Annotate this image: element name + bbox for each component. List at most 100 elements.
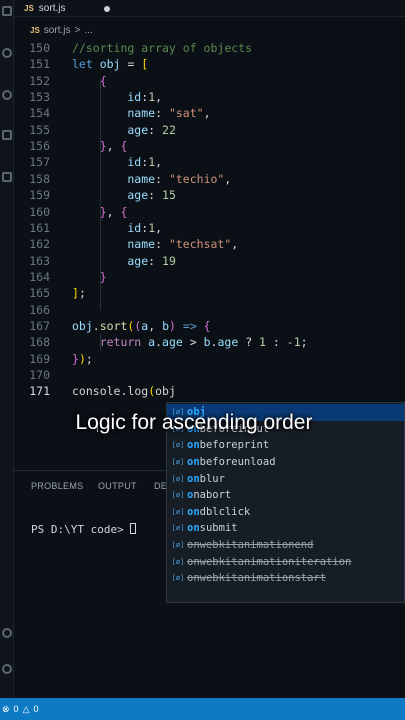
code-text: //sorting array of objects: [72, 40, 252, 56]
line-number: 154: [29, 106, 50, 121]
explorer-icon[interactable]: [2, 6, 12, 16]
code-token: :: [155, 106, 169, 121]
code-line[interactable]: 169});: [14, 351, 405, 367]
code-line[interactable]: 155 age: 22: [14, 122, 405, 138]
line-number: 165: [29, 286, 50, 301]
code-text: console.log(obj: [72, 383, 176, 399]
code-line[interactable]: 166: [14, 302, 405, 318]
terminal-prompt[interactable]: PS D:\YT code>: [31, 523, 137, 536]
code-token: sort: [99, 318, 128, 333]
suggestion-item[interactable]: [ø] on beforeunload: [167, 454, 404, 471]
code-line[interactable]: 165];: [14, 285, 405, 301]
code-text: age: 15: [72, 187, 176, 203]
code-token: b: [162, 318, 170, 333]
settings-icon[interactable]: [2, 664, 12, 674]
suggestion-item[interactable]: [ø] onwebkitanimationiteration: [167, 553, 404, 570]
tab-label: sort.js: [38, 3, 66, 14]
suggestion-match: on: [187, 505, 200, 518]
suggestion-item[interactable]: [ø] obj: [167, 404, 404, 421]
line-number: 167: [29, 318, 50, 333]
code-token: console: [72, 384, 121, 399]
code-token: :: [148, 122, 163, 137]
extensions-icon[interactable]: [2, 172, 12, 182]
search-icon[interactable]: [2, 48, 12, 58]
line-number: 159: [29, 188, 50, 203]
suggestion-item[interactable]: [ø] on beforeinput: [167, 421, 404, 438]
line-number: 155: [29, 122, 50, 137]
code-text: let obj = [: [72, 56, 148, 72]
warning-count[interactable]: 0: [33, 704, 38, 714]
code-line[interactable]: 150 //sorting array of objects: [14, 40, 405, 56]
code-text: age: 22: [72, 122, 176, 138]
suggestion-widget[interactable]: [ø] obj [ø] on beforeinput [ø] on beforeprint [ø…: [166, 402, 405, 603]
code-token: name: [72, 171, 156, 186]
suggestion-item[interactable]: [ø] onwebkitanimationend: [167, 537, 404, 554]
variable-icon: [ø]: [171, 557, 185, 566]
suggestion-item[interactable]: [ø] on dblclick: [167, 504, 404, 521]
code-text: ];: [72, 285, 86, 301]
code-line[interactable]: 161 id:1,: [14, 220, 405, 236]
code-token: :: [148, 188, 163, 203]
code-line[interactable]: 153 id:1,: [14, 89, 405, 105]
breadcrumb-more[interactable]: ...: [84, 25, 92, 36]
code-line[interactable]: 154 name: "sat",: [14, 105, 405, 121]
code-line[interactable]: 164 }: [14, 269, 405, 285]
error-icon[interactable]: ⊗: [2, 704, 10, 715]
code-token: :: [265, 335, 287, 350]
suggestion-item[interactable]: [ø] o nabort: [167, 487, 404, 504]
code-token: .: [92, 318, 100, 333]
line-number: 160: [29, 204, 50, 219]
breadcrumb-file[interactable]: sort.js: [44, 25, 71, 36]
suggestion-label: beforeunload: [199, 456, 276, 469]
code-token: ): [78, 351, 86, 366]
code-token: }: [72, 139, 107, 154]
code-line[interactable]: 171 console.log(obj: [14, 383, 405, 399]
tab-sort-js[interactable]: JS sort.js: [24, 0, 111, 17]
variable-icon: [ø]: [171, 574, 185, 583]
suggestion-item[interactable]: [ø] onwebkitanimationstart: [167, 570, 404, 587]
run-debug-icon[interactable]: [2, 130, 12, 140]
suggestion-item[interactable]: [ø] on blur: [167, 470, 404, 487]
code-token: ,: [231, 237, 239, 252]
suggestion-item[interactable]: [ø] on submit: [167, 520, 404, 537]
suggestion-label: submit: [199, 522, 238, 535]
code-line[interactable]: 157 id:1,: [14, 154, 405, 170]
breadcrumb-separator: >: [74, 24, 81, 36]
suggestion-match: on: [187, 522, 200, 535]
code-token: ,: [155, 220, 163, 235]
code-token: ;: [300, 335, 308, 350]
code-token: }: [72, 269, 107, 284]
code-token: age: [72, 122, 149, 137]
code-line[interactable]: 168 return a.age > b.age ? 1 : -1;: [14, 334, 405, 350]
line-number: 161: [29, 220, 50, 235]
code-line[interactable]: 151 let obj = [: [14, 56, 405, 72]
variable-icon: [ø]: [171, 541, 185, 550]
code-token: {: [203, 318, 211, 333]
code-line[interactable]: 162 name: "techsat",: [14, 236, 405, 252]
suggestion-item[interactable]: [ø] on beforeprint: [167, 437, 404, 454]
code-line[interactable]: 170: [14, 367, 405, 383]
code-token: "techsat": [168, 237, 232, 252]
code-line[interactable]: 160 }, {: [14, 204, 405, 220]
unsaved-dot-icon[interactable]: [104, 5, 111, 12]
code-line[interactable]: 163 age: 19: [14, 253, 405, 269]
line-number: 169: [29, 351, 50, 366]
error-count[interactable]: 0: [14, 704, 19, 714]
code-line[interactable]: 167 obj.sort((a, b) => {: [14, 318, 405, 334]
line-number: 158: [29, 171, 50, 186]
code-token: id: [72, 155, 142, 170]
code-token: obj: [72, 318, 93, 333]
code-line[interactable]: 152 {: [14, 73, 405, 89]
code-line[interactable]: 158 name: "techio",: [14, 171, 405, 187]
tab-output[interactable]: OUTPUT: [98, 481, 137, 491]
line-number: 151: [29, 57, 50, 72]
account-icon[interactable]: [2, 628, 12, 638]
code-line[interactable]: 156 }, {: [14, 138, 405, 154]
warning-icon[interactable]: △: [23, 704, 30, 715]
code-token: [: [141, 57, 149, 72]
code-token: ;: [85, 351, 93, 366]
tab-problems[interactable]: PROBLEMS: [31, 481, 83, 491]
variable-icon: [ø]: [171, 491, 185, 500]
source-control-icon[interactable]: [2, 90, 12, 100]
code-line[interactable]: 159 age: 15: [14, 187, 405, 203]
